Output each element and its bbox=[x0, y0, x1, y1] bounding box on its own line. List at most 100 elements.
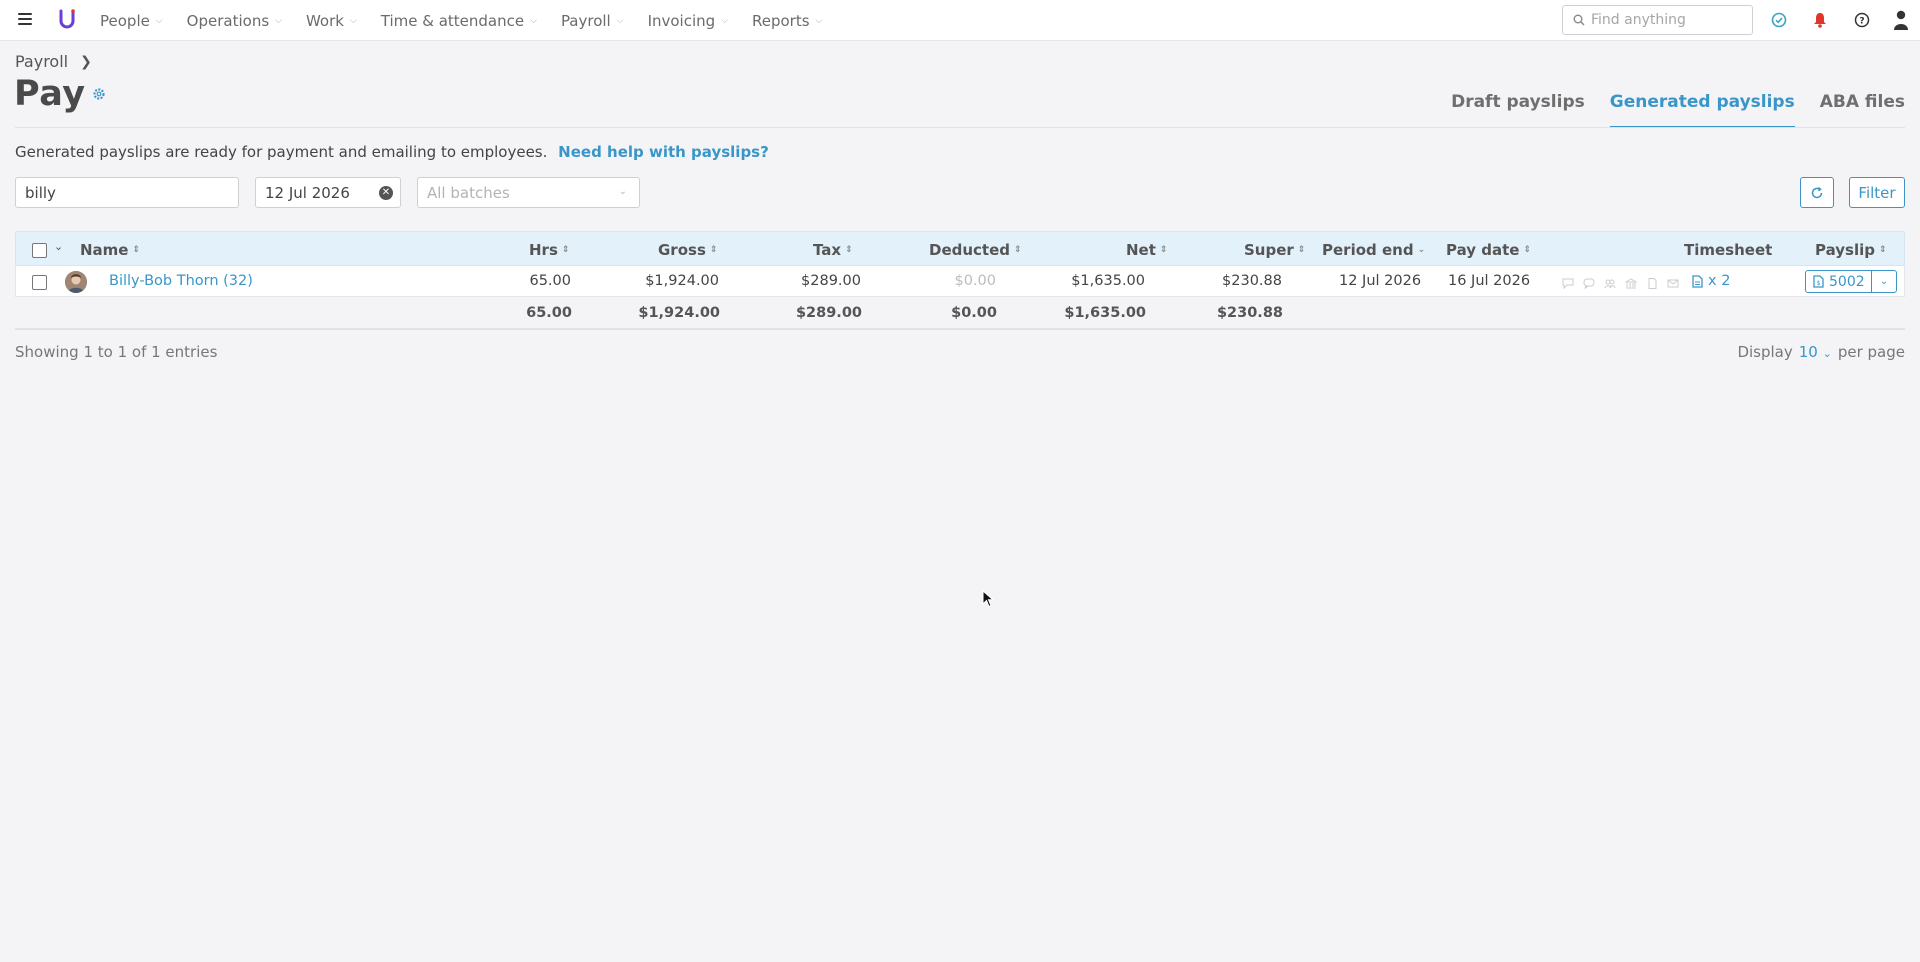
tab-draft-payslips[interactable]: Draft payslips bbox=[1451, 92, 1585, 128]
display-label: Display bbox=[1737, 343, 1793, 361]
page-title: Pay bbox=[14, 74, 86, 114]
payslip-button[interactable]: $ 5002 bbox=[1806, 271, 1872, 292]
column-label: Timesheet bbox=[1684, 241, 1773, 259]
refresh-button[interactable] bbox=[1800, 177, 1834, 208]
nav-reports[interactable]: Reports ⌵ bbox=[752, 12, 822, 30]
tab-aba-files[interactable]: ABA files bbox=[1820, 92, 1905, 128]
column-tax[interactable]: Tax ⇕ bbox=[813, 241, 853, 259]
cell-pay-date: 16 Jul 2026 bbox=[1448, 273, 1531, 289]
search-input[interactable] bbox=[1591, 12, 1741, 28]
app-logo[interactable] bbox=[58, 8, 76, 30]
nav-operations[interactable]: Operations ⌵ bbox=[187, 12, 282, 30]
help-link[interactable]: Need help with payslips? bbox=[558, 143, 769, 161]
employee-name-link[interactable]: Billy-Bob Thorn (32) bbox=[109, 273, 253, 289]
payslip-button-group: $ 5002 ⌄ bbox=[1805, 270, 1897, 293]
nav-label: Reports bbox=[752, 11, 810, 30]
chevron-down-icon: ⌵ bbox=[275, 15, 282, 26]
payslip-dropdown-toggle[interactable]: ⌄ bbox=[1872, 276, 1896, 287]
column-label: Tax bbox=[813, 241, 842, 259]
menu-icon[interactable] bbox=[18, 13, 32, 27]
avatar bbox=[65, 271, 87, 293]
timesheet-icon bbox=[1692, 274, 1703, 288]
nav-invoicing[interactable]: Invoicing ⌵ bbox=[648, 12, 728, 30]
chevron-down-icon: ⌄ bbox=[1822, 347, 1832, 360]
chevron-down-icon: ⌵ bbox=[721, 15, 728, 26]
svg-text:?: ? bbox=[1859, 17, 1864, 27]
chevron-down-icon[interactable]: ⌄ bbox=[54, 240, 63, 253]
global-search[interactable] bbox=[1562, 5, 1753, 35]
column-super[interactable]: Super ⇕ bbox=[1244, 241, 1305, 259]
batch-select-placeholder: All batches bbox=[427, 183, 510, 202]
email-icon[interactable] bbox=[1667, 275, 1681, 288]
notification-bell-icon[interactable] bbox=[1811, 11, 1829, 29]
date-field[interactable]: ✕ bbox=[255, 177, 401, 208]
column-period-end[interactable]: Period end ⌄ bbox=[1322, 241, 1425, 259]
column-label: Name bbox=[80, 241, 129, 259]
total-tax: $289.00 bbox=[795, 305, 862, 321]
cell-super: $230.88 bbox=[1222, 273, 1282, 289]
row-checkbox[interactable] bbox=[32, 275, 47, 290]
column-deducted[interactable]: Deducted ⇕ bbox=[929, 241, 1022, 259]
timesheet-link[interactable]: x 2 bbox=[1692, 273, 1730, 289]
nav-label: Time & attendance bbox=[380, 11, 525, 30]
per-page-select[interactable]: 10 ⌄ bbox=[1799, 343, 1832, 361]
total-net: $1,635.00 bbox=[1064, 305, 1146, 321]
clear-icon[interactable]: ✕ bbox=[379, 186, 393, 200]
table-header: ⌄ Name ⇕ Hrs ⇕ Gross ⇕ Tax ⇕ Deducted ⇕ Net ⇕ … bbox=[15, 231, 1905, 266]
breadcrumb-payroll[interactable]: Payroll bbox=[15, 52, 68, 71]
cell-hrs: 65.00 bbox=[529, 273, 571, 289]
check-circle-icon[interactable] bbox=[1770, 11, 1788, 29]
total-hrs: 65.00 bbox=[526, 305, 572, 321]
sort-desc-icon: ⌄ bbox=[1417, 244, 1426, 255]
column-pay-date[interactable]: Pay date ⇕ bbox=[1446, 241, 1531, 259]
total-deducted: $0.00 bbox=[951, 305, 997, 321]
column-gross[interactable]: Gross ⇕ bbox=[658, 241, 717, 259]
pagination-size: Display 10 ⌄ per page bbox=[1737, 343, 1905, 361]
column-name[interactable]: Name ⇕ bbox=[80, 241, 140, 259]
nav-payroll[interactable]: Payroll ⌵ bbox=[561, 12, 624, 30]
chevron-down-icon: ⌵ bbox=[815, 15, 823, 26]
sort-icon: ⇕ bbox=[561, 244, 570, 255]
bank-icon[interactable] bbox=[1624, 275, 1639, 289]
sort-icon: ⇕ bbox=[1159, 244, 1168, 255]
column-label: Period end bbox=[1322, 241, 1414, 259]
mouse-cursor-icon bbox=[982, 590, 994, 608]
nav-label: Operations bbox=[186, 11, 270, 30]
name-search-field[interactable] bbox=[15, 177, 239, 208]
cell-net: $1,635.00 bbox=[1071, 273, 1145, 289]
sort-icon: ⇕ bbox=[1523, 244, 1532, 255]
nav-label: Invoicing bbox=[647, 11, 716, 30]
column-net[interactable]: Net ⇕ bbox=[1126, 241, 1167, 259]
filter-button[interactable]: Filter bbox=[1849, 177, 1905, 208]
column-label: Pay date bbox=[1446, 241, 1520, 259]
gear-icon[interactable] bbox=[92, 87, 106, 101]
cell-deducted: $0.00 bbox=[954, 273, 996, 289]
select-all-checkbox[interactable] bbox=[32, 243, 47, 258]
intro-description: Generated payslips are ready for payment… bbox=[15, 143, 548, 161]
total-super: $230.88 bbox=[1216, 305, 1283, 321]
sort-icon: ⇕ bbox=[1297, 244, 1306, 255]
column-hrs[interactable]: Hrs ⇕ bbox=[529, 241, 569, 259]
nav-time-attendance[interactable]: Time & attendance ⌵ bbox=[381, 12, 537, 30]
document-icon[interactable] bbox=[1646, 275, 1660, 289]
comment-icon[interactable] bbox=[1562, 275, 1576, 290]
column-payslip[interactable]: Payslip ⇕ bbox=[1815, 241, 1887, 259]
tab-generated-payslips[interactable]: Generated payslips bbox=[1609, 92, 1795, 128]
column-label: Net bbox=[1126, 241, 1156, 259]
chat-icon[interactable] bbox=[1583, 275, 1597, 289]
sort-icon: ⇕ bbox=[1878, 244, 1887, 255]
payslips-table: ⌄ Name ⇕ Hrs ⇕ Gross ⇕ Tax ⇕ Deducted ⇕ Net ⇕ … bbox=[15, 231, 1905, 330]
batch-select[interactable]: All batches ⌄ bbox=[417, 177, 640, 208]
column-label: Deducted bbox=[929, 241, 1011, 259]
chevron-down-icon: ⌄ bbox=[1879, 276, 1889, 287]
name-search-input[interactable] bbox=[25, 183, 238, 202]
chevron-right-icon: ❯ bbox=[80, 53, 92, 70]
nav-people[interactable]: People ⌵ bbox=[100, 12, 163, 30]
total-gross: $1,924.00 bbox=[638, 305, 720, 321]
nav-work[interactable]: Work ⌵ bbox=[306, 12, 357, 30]
people-icon[interactable] bbox=[1604, 275, 1618, 289]
top-navigation-bar: People ⌵ Operations ⌵ Work ⌵ Time & attenda… bbox=[0, 0, 1920, 41]
help-icon[interactable]: ? bbox=[1853, 11, 1871, 29]
user-avatar-icon[interactable] bbox=[1892, 10, 1910, 30]
nav-label: People bbox=[100, 11, 150, 30]
